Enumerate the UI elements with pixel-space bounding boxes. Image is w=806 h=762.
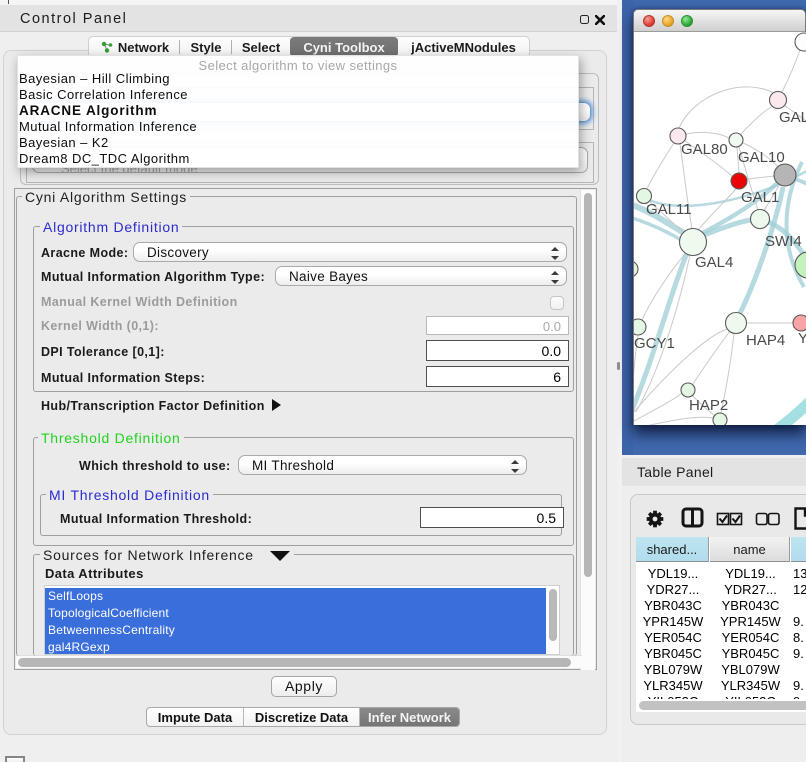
- svg-text:HAP4: HAP4: [746, 332, 785, 349]
- svg-text:Y: Y: [798, 330, 806, 347]
- svg-text:GAL7: GAL7: [779, 109, 806, 126]
- svg-text:HAP2: HAP2: [689, 397, 728, 414]
- svg-text:GAL11: GAL11: [646, 201, 692, 218]
- svg-text:GAL1: GAL1: [741, 189, 779, 206]
- svg-text:SWI4: SWI4: [765, 233, 802, 250]
- svg-text:GAL80: GAL80: [681, 141, 728, 158]
- svg-text:GAL4: GAL4: [695, 254, 733, 271]
- svg-text:GAL10: GAL10: [738, 149, 785, 166]
- svg-text:GCY1: GCY1: [634, 335, 675, 352]
